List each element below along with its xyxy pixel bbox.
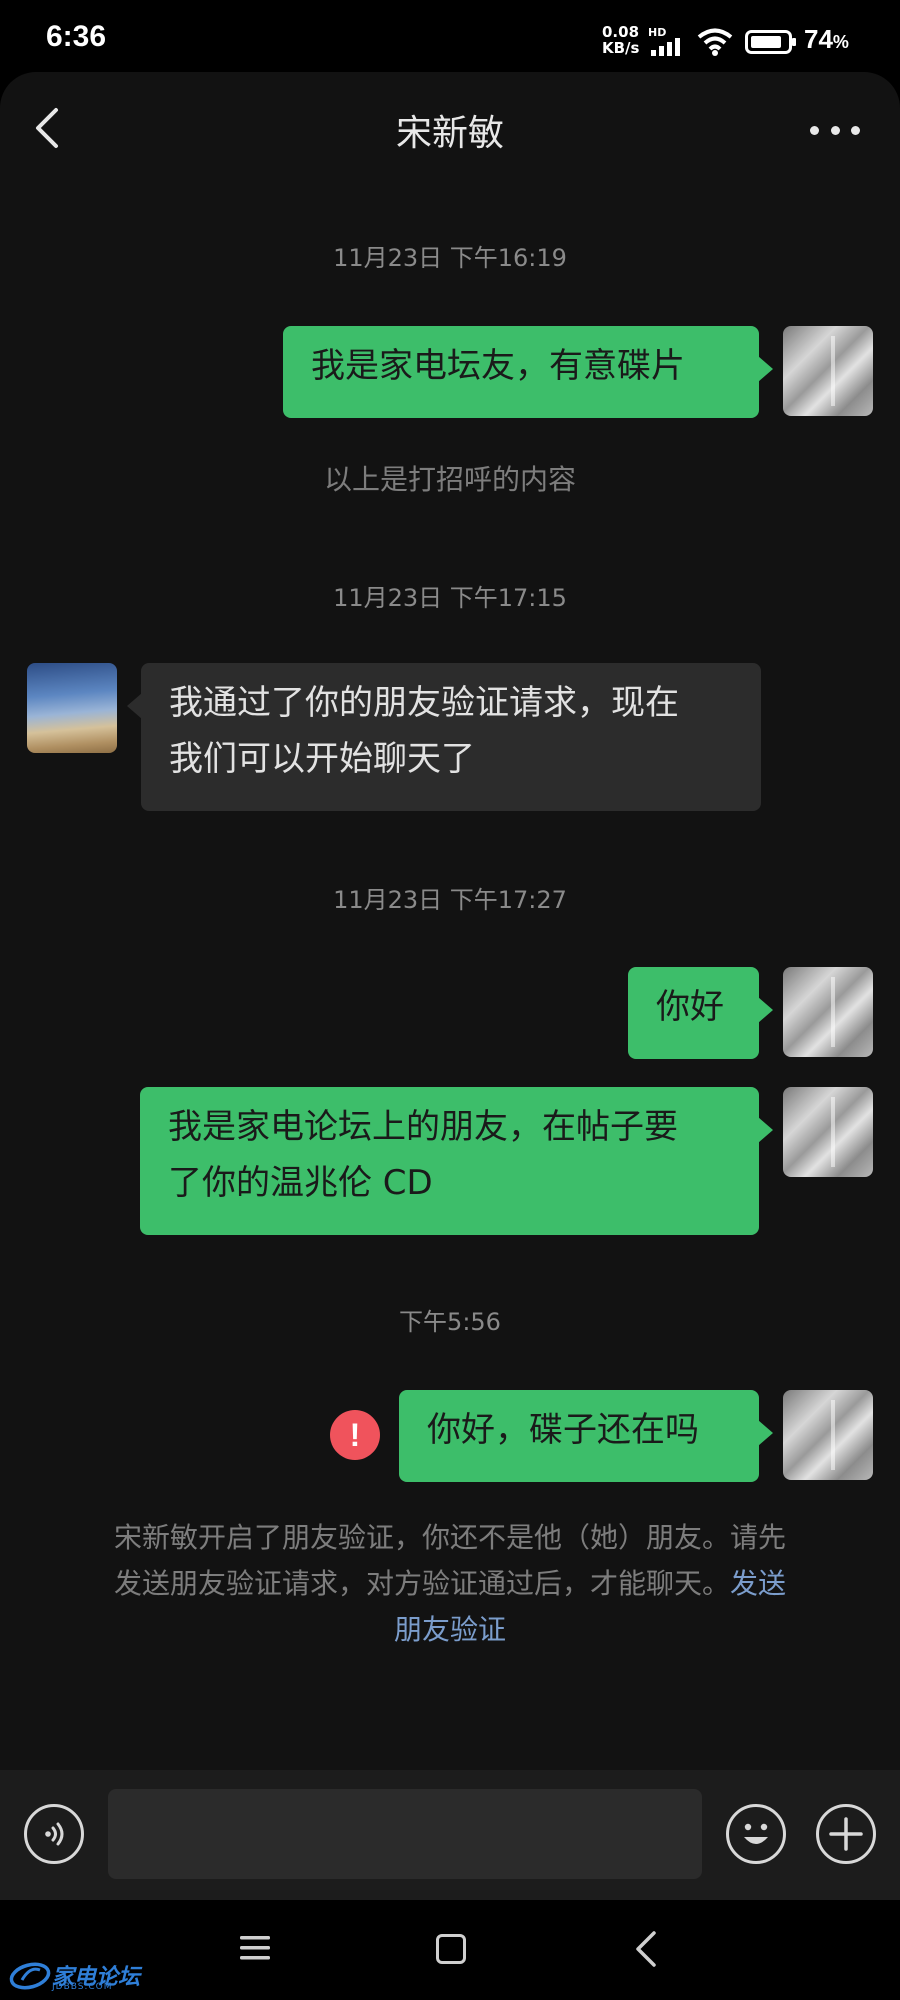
battery-icon bbox=[745, 30, 796, 54]
smiley-icon bbox=[744, 1823, 768, 1844]
voice-icon bbox=[45, 1822, 64, 1846]
watermark-subtext: JDBBS.COM bbox=[52, 1982, 113, 1992]
send-failed-icon[interactable]: ! bbox=[330, 1410, 380, 1460]
more-dot bbox=[830, 125, 840, 135]
battery-percent: 74% bbox=[804, 24, 849, 55]
voice-input-button[interactable] bbox=[24, 1804, 84, 1864]
more-functions-button[interactable] bbox=[816, 1804, 876, 1864]
message-bubble-sent[interactable]: 你好 bbox=[628, 967, 773, 1059]
status-bar: 6:36 0.08 KB/s HD 74% bbox=[0, 0, 900, 80]
message-input[interactable] bbox=[108, 1789, 702, 1879]
send-verification-link[interactable]: 发送 bbox=[730, 1567, 786, 1600]
battery-value: 74 bbox=[804, 24, 833, 54]
home-icon[interactable] bbox=[436, 1934, 466, 1964]
message-bubble-sent[interactable]: 你好，碟子还在吗 bbox=[399, 1390, 773, 1482]
emoji-button[interactable] bbox=[726, 1804, 786, 1864]
notice-line: 发送朋友验证请求，对方验证通过后，才能聊天。发送 bbox=[70, 1561, 830, 1607]
message-text-line: 我通过了你的朋友验证请求，现在 bbox=[169, 683, 679, 723]
plus-icon bbox=[829, 1817, 863, 1851]
nav-back-icon[interactable] bbox=[634, 1930, 658, 1968]
net-speed-unit: KB/s bbox=[602, 39, 640, 57]
message-bubble-sent[interactable]: 我是家电坛友，有意碟片 bbox=[283, 326, 773, 418]
my-avatar[interactable] bbox=[783, 1390, 873, 1480]
timestamp: 下午5:56 bbox=[399, 1308, 501, 1336]
net-speed-value: 0.08 bbox=[602, 23, 640, 41]
message-text-line: 我是家电论坛上的朋友，在帖子要 bbox=[168, 1107, 678, 1147]
message-text: 你好，碟子还在吗 bbox=[427, 1410, 699, 1450]
my-avatar[interactable] bbox=[783, 1087, 873, 1177]
system-message: 以上是打招呼的内容 bbox=[323, 463, 576, 496]
message-bubble-received[interactable]: 我通过了你的朋友验证请求，现在 我们可以开始聊天了 bbox=[127, 663, 761, 811]
recent-apps-icon[interactable] bbox=[240, 1935, 270, 1961]
message-bubble-sent[interactable]: 我是家电论坛上的朋友，在帖子要 了你的温兆伦 CD bbox=[140, 1087, 773, 1235]
send-verification-link[interactable]: 朋友验证 bbox=[394, 1613, 506, 1646]
message-text: 我是家电坛友，有意碟片 bbox=[311, 346, 685, 386]
wifi-icon bbox=[697, 28, 733, 56]
timestamp: 11月23日 下午17:27 bbox=[333, 886, 567, 914]
status-time: 6:36 bbox=[46, 20, 107, 53]
timestamp: 11月23日 下午17:15 bbox=[333, 584, 567, 612]
message-text-line: 了你的温兆伦 CD bbox=[168, 1163, 433, 1203]
my-avatar[interactable] bbox=[783, 967, 873, 1057]
contact-avatar[interactable] bbox=[27, 663, 117, 753]
notice-text: 发送朋友验证请求，对方验证通过后，才能聊天。 bbox=[113, 1567, 730, 1600]
back-arrow-icon[interactable] bbox=[28, 100, 68, 156]
notice-line: 宋新敏开启了朋友验证，你还不是他（她）朋友。请先 bbox=[113, 1521, 786, 1554]
timestamp: 11月23日 下午16:19 bbox=[333, 244, 567, 272]
my-avatar[interactable] bbox=[783, 326, 873, 416]
net-speed-indicator: 0.08 KB/s bbox=[602, 24, 646, 56]
more-dot bbox=[810, 125, 819, 135]
battery-unit: % bbox=[832, 32, 849, 52]
more-dot bbox=[851, 125, 860, 135]
chat-title: 宋新敏 bbox=[395, 113, 504, 154]
verification-notice: 宋新敏开启了朋友验证，你还不是他（她）朋友。请先 发送朋友验证请求，对方验证通过… bbox=[70, 1515, 830, 1653]
message-text: 你好 bbox=[656, 987, 724, 1027]
cell-signal-icon bbox=[651, 38, 680, 56]
more-options-icon[interactable] bbox=[810, 112, 860, 148]
notice-line: 朋友验证 bbox=[70, 1607, 830, 1653]
message-text-line: 我们可以开始聊天了 bbox=[169, 739, 475, 779]
